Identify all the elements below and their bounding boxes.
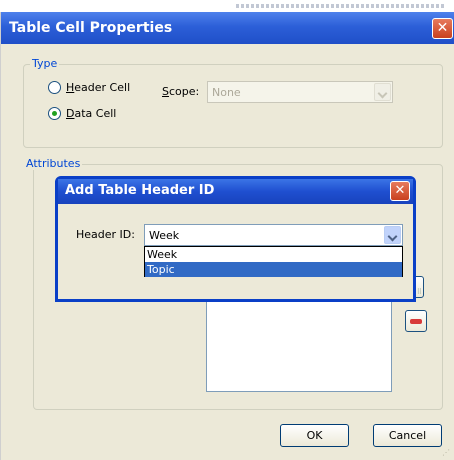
header-cell-label: Header Cell bbox=[66, 81, 131, 94]
header-id-dropdown: Week Topic bbox=[144, 246, 403, 277]
background-strip bbox=[0, 0, 454, 12]
title-bar[interactable]: Table Cell Properties ✕ bbox=[1, 12, 454, 44]
radio-checked-icon[interactable] bbox=[48, 107, 61, 120]
header-id-value: Week bbox=[149, 229, 180, 242]
background-text-blur bbox=[236, 4, 446, 8]
grip-icon: ⠿ bbox=[416, 288, 422, 296]
remove-button[interactable] bbox=[405, 310, 427, 332]
radio-icon[interactable] bbox=[48, 81, 61, 94]
dialog-title: Table Cell Properties bbox=[9, 20, 173, 36]
header-id-label: Header ID: bbox=[76, 228, 135, 241]
option-week[interactable]: Week bbox=[145, 247, 402, 262]
ok-button[interactable]: OK bbox=[280, 424, 349, 447]
sub-dialog-title: Add Table Header ID bbox=[65, 183, 215, 198]
type-group: Type Header Cell Data Cell Scope: None bbox=[23, 57, 443, 148]
header-id-select[interactable]: Week bbox=[144, 224, 403, 246]
type-legend: Type bbox=[30, 57, 60, 70]
data-cell-label: Data Cell bbox=[66, 107, 117, 120]
data-cell-radio[interactable]: Data Cell bbox=[48, 107, 116, 120]
add-table-header-id-dialog: Add Table Header ID ✕ Header ID: Week We… bbox=[55, 176, 416, 302]
close-icon[interactable]: ✕ bbox=[390, 181, 410, 201]
sub-title-bar[interactable]: Add Table Header ID ✕ bbox=[58, 179, 413, 204]
close-icon[interactable]: ✕ bbox=[432, 18, 453, 39]
resize-grip-icon[interactable]: ⋰ bbox=[442, 448, 454, 460]
scope-label: Scope: bbox=[162, 85, 200, 98]
scope-value: None bbox=[212, 86, 241, 99]
minus-icon bbox=[410, 319, 422, 324]
header-cell-radio[interactable]: Header Cell bbox=[48, 81, 130, 94]
chevron-down-icon[interactable] bbox=[374, 83, 391, 101]
cancel-button[interactable]: Cancel bbox=[373, 424, 442, 447]
chevron-down-icon[interactable] bbox=[384, 226, 401, 244]
option-topic[interactable]: Topic bbox=[145, 262, 402, 277]
attributes-legend: Attributes bbox=[24, 157, 83, 170]
scope-select[interactable]: None bbox=[207, 81, 393, 103]
